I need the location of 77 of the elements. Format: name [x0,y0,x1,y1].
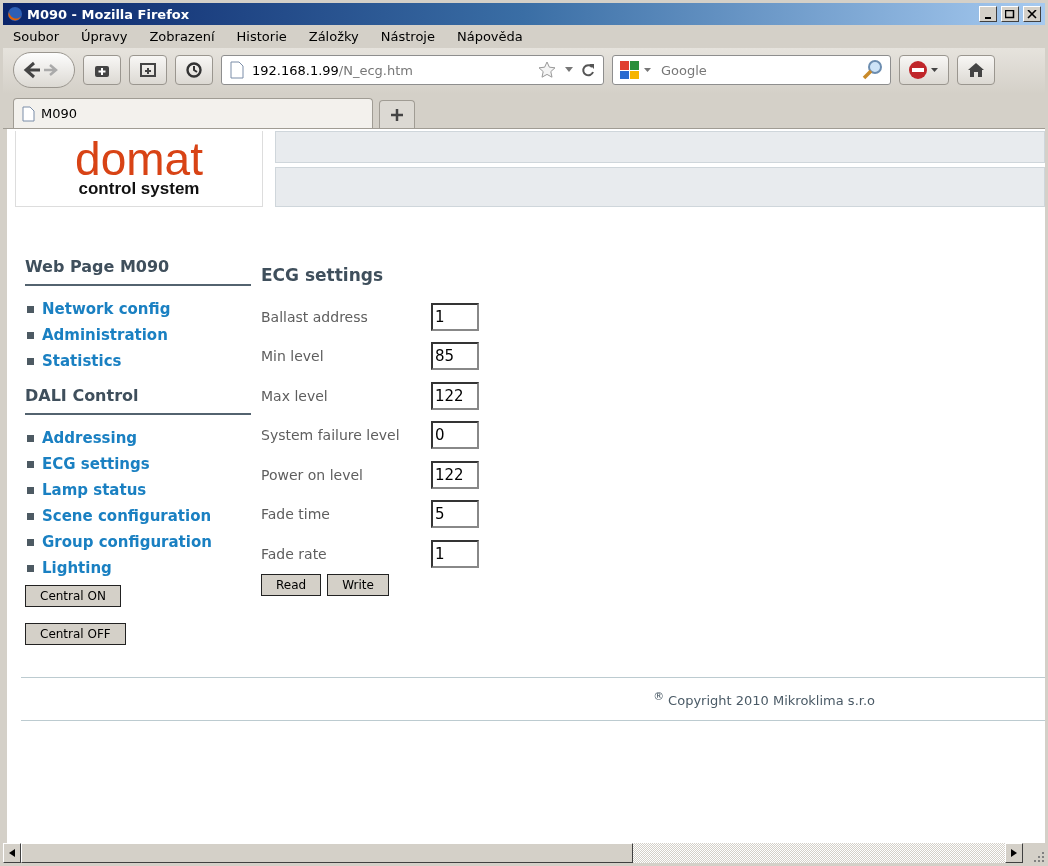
input-field[interactable]: 122 [431,460,479,489]
menu-item[interactable]: Soubor [13,29,59,44]
close-icon [1027,9,1037,19]
search-engine-icon[interactable] [619,60,653,80]
new-tab-button[interactable] [379,100,415,128]
adblock-button[interactable] [899,55,949,85]
reload-icon[interactable] [581,63,595,77]
close-button[interactable] [1023,6,1041,22]
menu-item[interactable]: Úpravy [81,29,128,44]
menu-item[interactable]: Nápověda [456,29,523,44]
minimize-button[interactable] [979,6,997,22]
stop-sign-icon [908,60,940,80]
copyright-text: $^{®}$ Copyright 2010 Mikroklima s.r.o [653,689,875,709]
scroll-left-button[interactable] [3,843,21,863]
sidebar-link[interactable]: Group configuration [25,529,251,555]
field-label: Max level [261,387,329,404]
sidebar-link[interactable]: Lighting [25,555,251,581]
sidebar-heading: Web Page M090 [25,257,251,286]
sidebar-heading: DALI Control [25,386,251,415]
input-field[interactable]: 122 [431,381,479,410]
back-forward-button[interactable] [13,52,75,88]
form-button[interactable]: Write [327,573,389,596]
form-title: ECG settings [261,265,385,285]
scrollbar-thumb[interactable] [21,843,633,863]
central-button[interactable]: Central ON [25,585,121,607]
field-label: Min level [261,348,325,365]
sidebar-link[interactable]: Addressing [25,425,251,451]
field-label: Fade rate [261,545,328,562]
browser-tab[interactable]: M090 [13,98,373,128]
field-label: Fade time [261,506,331,523]
sidebar-link[interactable]: Statistics [25,348,251,374]
search-bar[interactable]: Google [612,55,891,85]
menu-item[interactable]: Záložky [308,29,359,44]
clock-icon [185,61,203,79]
input-field[interactable]: 0 [431,421,479,450]
field-label: Power on level [261,466,364,483]
horizontal-scrollbar[interactable] [3,843,1045,863]
new-window-button[interactable] [129,55,167,85]
central-button[interactable]: Central OFF [25,623,126,645]
input-field[interactable]: 1 [431,539,479,568]
sidebar-link[interactable]: Network config [25,296,251,322]
sidebar-link[interactable]: ECG settings [25,451,251,477]
page-icon [230,61,244,79]
plus-icon [390,107,404,122]
right-arrow-icon [1011,849,1017,857]
input-field[interactable]: 5 [431,500,479,529]
menu-item[interactable]: Nástroje [380,29,435,44]
left-arrow-icon [9,849,15,857]
form-button[interactable]: Read [261,573,322,596]
dropdown-icon[interactable] [565,67,573,73]
window-plus-icon [139,61,157,79]
menu-item[interactable]: Zobrazení [149,29,215,44]
page-icon [22,105,35,122]
field-label: Ballast address [261,308,369,325]
sidebar-link[interactable]: Scene configuration [25,503,251,529]
grip-dots-icon [1033,851,1045,863]
sidebar-link[interactable]: Lamp status [25,477,251,503]
input-field[interactable]: 1 [431,302,479,331]
search-icon[interactable] [862,59,884,81]
menu-item[interactable]: Historie [236,29,287,44]
bookmarks-button[interactable] [83,55,121,85]
minimize-icon [985,16,991,19]
field-label: System failure level [261,427,401,444]
scroll-right-button[interactable] [1005,843,1023,863]
address-bar[interactable]: 192.168.1.99/N_ecg.htm [221,55,604,85]
input-field[interactable]: 85 [431,342,479,371]
home-button[interactable] [957,55,995,85]
maximize-icon [1005,9,1015,19]
url-text: 192.168.1.99/N_ecg.htm [252,62,414,78]
home-icon [967,61,985,79]
star-icon[interactable] [537,60,557,80]
history-button[interactable] [175,55,213,85]
logo-tagline: control system [78,178,200,199]
logo-name: domat [75,138,203,179]
sidebar-link[interactable]: Administration [25,322,251,348]
maximize-button[interactable] [1001,6,1019,22]
window-title: M090 - Mozilla Firefox [27,6,191,22]
